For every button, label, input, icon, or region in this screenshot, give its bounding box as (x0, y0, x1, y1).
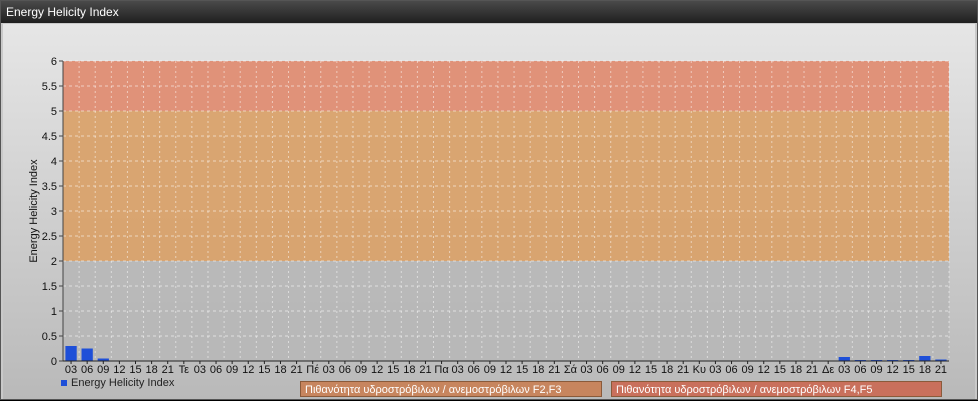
bar (919, 356, 931, 361)
x-tick-label: 03 (194, 364, 206, 376)
y-tick-label: 1.5 (42, 281, 57, 293)
bar (81, 348, 93, 361)
band-legend-f2f3: Πιθανότητα υδροστρόβιλων / ανεμοστρόβιλω… (300, 381, 602, 397)
bar (838, 357, 850, 361)
band-legend-f4f5: Πιθανότητα υδροστρόβιλων / ανεμοστρόβιλω… (611, 381, 942, 397)
x-tick-label: 15 (516, 364, 528, 376)
x-tick-label: 21 (290, 364, 302, 376)
x-tick-label: 21 (677, 364, 689, 376)
x-tick-label: 03 (709, 364, 721, 376)
x-tick-label: 06 (339, 364, 351, 376)
x-tick-label: 18 (403, 364, 415, 376)
series-legend: Energy Helicity Index (61, 377, 174, 389)
x-tick-label: 09 (613, 364, 625, 376)
y-tick-label: 0.5 (42, 331, 57, 343)
x-tick-label: 21 (548, 364, 560, 376)
y-tick-label: 3 (51, 206, 57, 218)
x-tick-label: 18 (661, 364, 673, 376)
x-tick-label: 09 (742, 364, 754, 376)
x-tick-label: Σά (564, 364, 578, 376)
x-tick-label: 18 (919, 364, 931, 376)
y-tick-label: 6 (51, 56, 57, 68)
x-tick-label: 06 (597, 364, 609, 376)
x-tick-label: 09 (870, 364, 882, 376)
x-tick-label: Τε (179, 364, 190, 376)
x-tick-label: 15 (387, 364, 399, 376)
x-tick-label: 06 (81, 364, 93, 376)
x-tick-label: 09 (355, 364, 367, 376)
y-axis-label: Energy Helicity Index (28, 159, 40, 263)
x-tick-label: 21 (162, 364, 174, 376)
x-tick-label: Πέ (306, 364, 319, 376)
x-tick-label: 03 (65, 364, 77, 376)
x-tick-label: 18 (790, 364, 802, 376)
x-tick-label: 15 (258, 364, 270, 376)
x-tick-label: 18 (532, 364, 544, 376)
y-tick-label: 5.5 (42, 81, 57, 93)
x-tick-label: 18 (274, 364, 286, 376)
y-tick-label: 5 (51, 106, 57, 118)
x-tick-label: 12 (629, 364, 641, 376)
y-tick-label: 2 (51, 256, 57, 268)
x-tick-label: Δε (822, 364, 834, 376)
x-tick-label: 15 (774, 364, 786, 376)
x-tick-label: 21 (935, 364, 947, 376)
x-tick-label: 09 (226, 364, 238, 376)
x-tick-label: 09 (97, 364, 109, 376)
x-tick-label: 21 (806, 364, 818, 376)
x-tick-label: 03 (323, 364, 335, 376)
y-tick-label: 0 (51, 356, 57, 368)
x-tick-label: 12 (758, 364, 770, 376)
chart-panel: Energy Helicity Index 0 0.5 1 1.5 2 2.5 3 3.5 4 4… (0, 0, 978, 400)
x-tick-label: 12 (371, 364, 383, 376)
x-tick-label: 03 (580, 364, 592, 376)
y-tick-label: 3.5 (42, 181, 57, 193)
energy-helicity-chart: 0 0.5 1 1.5 2 2.5 3 3.5 4 4.5 5 5.5 6 03 06 09 12 15 18 21 Τ… (28, 56, 950, 376)
x-tick-label: Κυ (693, 364, 706, 376)
series-swatch (61, 380, 67, 387)
bar (65, 346, 77, 361)
x-tick-label: 06 (854, 364, 866, 376)
x-tick-label: 15 (903, 364, 915, 376)
x-tick-label: 06 (725, 364, 737, 376)
x-tick-label: 21 (419, 364, 431, 376)
x-tick-label: 06 (468, 364, 480, 376)
x-tick-label: 12 (113, 364, 125, 376)
x-tick-label: 18 (145, 364, 157, 376)
x-tick-label: 15 (645, 364, 657, 376)
x-tick-label: Πα (434, 364, 449, 376)
x-tick-label: 12 (886, 364, 898, 376)
y-tick-label: 4 (51, 156, 57, 168)
y-tick-label: 4.5 (42, 131, 57, 143)
series-legend-label: Energy Helicity Index (71, 377, 175, 389)
x-tick-label: 15 (129, 364, 141, 376)
x-tick-label: 06 (210, 364, 222, 376)
y-tick-label: 1 (51, 306, 57, 318)
x-tick-label: 03 (838, 364, 850, 376)
y-tick-label: 2.5 (42, 231, 57, 243)
x-tick-label: 12 (500, 364, 512, 376)
x-tick-label: 03 (452, 364, 464, 376)
x-tick-label: 09 (484, 364, 496, 376)
x-tick-label: 12 (242, 364, 254, 376)
